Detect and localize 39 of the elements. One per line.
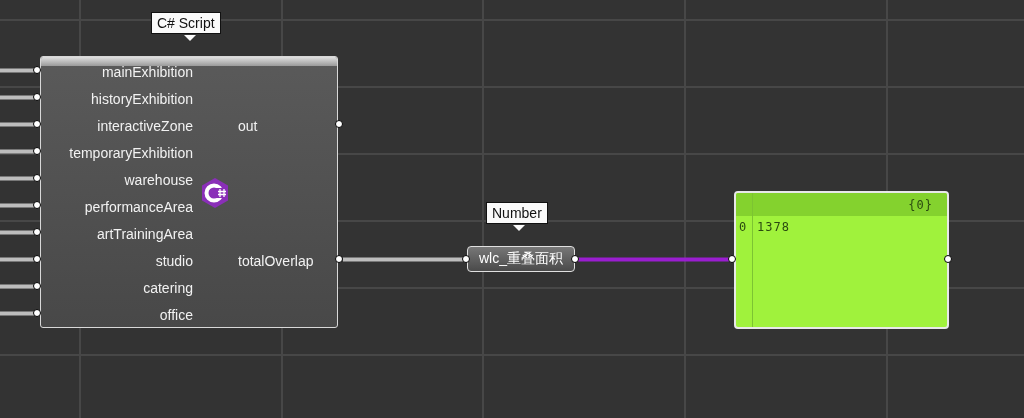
- socket[interactable]: [33, 309, 41, 317]
- tooltip: Number: [486, 202, 548, 224]
- socket[interactable]: [33, 120, 41, 128]
- script-component[interactable]: mainExhibition historyExhibition interactiveZone temporaryExhibition warehouse performanceArea artTrainingArea studio catering office out totalOverlap: [40, 56, 338, 328]
- socket[interactable]: [335, 120, 343, 128]
- input-label: office: [159, 306, 193, 323]
- socket[interactable]: [33, 228, 41, 236]
- number-component[interactable]: wlc_重叠面积: [467, 246, 575, 272]
- socket[interactable]: [33, 66, 41, 74]
- input-label: studio: [155, 252, 193, 269]
- input-label: catering: [143, 279, 193, 296]
- socket[interactable]: [944, 255, 952, 263]
- socket[interactable]: [33, 174, 41, 182]
- input-label: temporaryExhibition: [69, 144, 193, 161]
- csharp-icon: [200, 177, 230, 209]
- tooltip-pointer-icon: [513, 225, 525, 231]
- input-label: historyExhibition: [91, 90, 193, 107]
- input-label: warehouse: [124, 171, 193, 188]
- socket[interactable]: [335, 255, 343, 263]
- socket[interactable]: [33, 201, 41, 209]
- socket[interactable]: [33, 255, 41, 263]
- socket[interactable]: [728, 255, 736, 263]
- tooltip: C# Script: [151, 12, 221, 34]
- input-label: mainExhibition: [101, 63, 193, 80]
- socket[interactable]: [571, 255, 579, 263]
- path-label: {0}: [908, 197, 933, 212]
- input-label: interactiveZone: [97, 117, 193, 134]
- output-label: out: [238, 117, 258, 134]
- socket[interactable]: [33, 147, 41, 155]
- socket[interactable]: [462, 255, 470, 263]
- row-index: 0: [738, 220, 749, 234]
- socket[interactable]: [33, 93, 41, 101]
- row-value: 1378: [756, 220, 790, 234]
- input-label: artTrainingArea: [97, 225, 193, 242]
- input-label: performanceArea: [84, 198, 193, 215]
- tooltip-pointer-icon: [184, 35, 196, 41]
- panel[interactable]: {0} 0 1378: [734, 191, 949, 329]
- output-label: totalOverlap: [238, 252, 314, 269]
- socket[interactable]: [33, 282, 41, 290]
